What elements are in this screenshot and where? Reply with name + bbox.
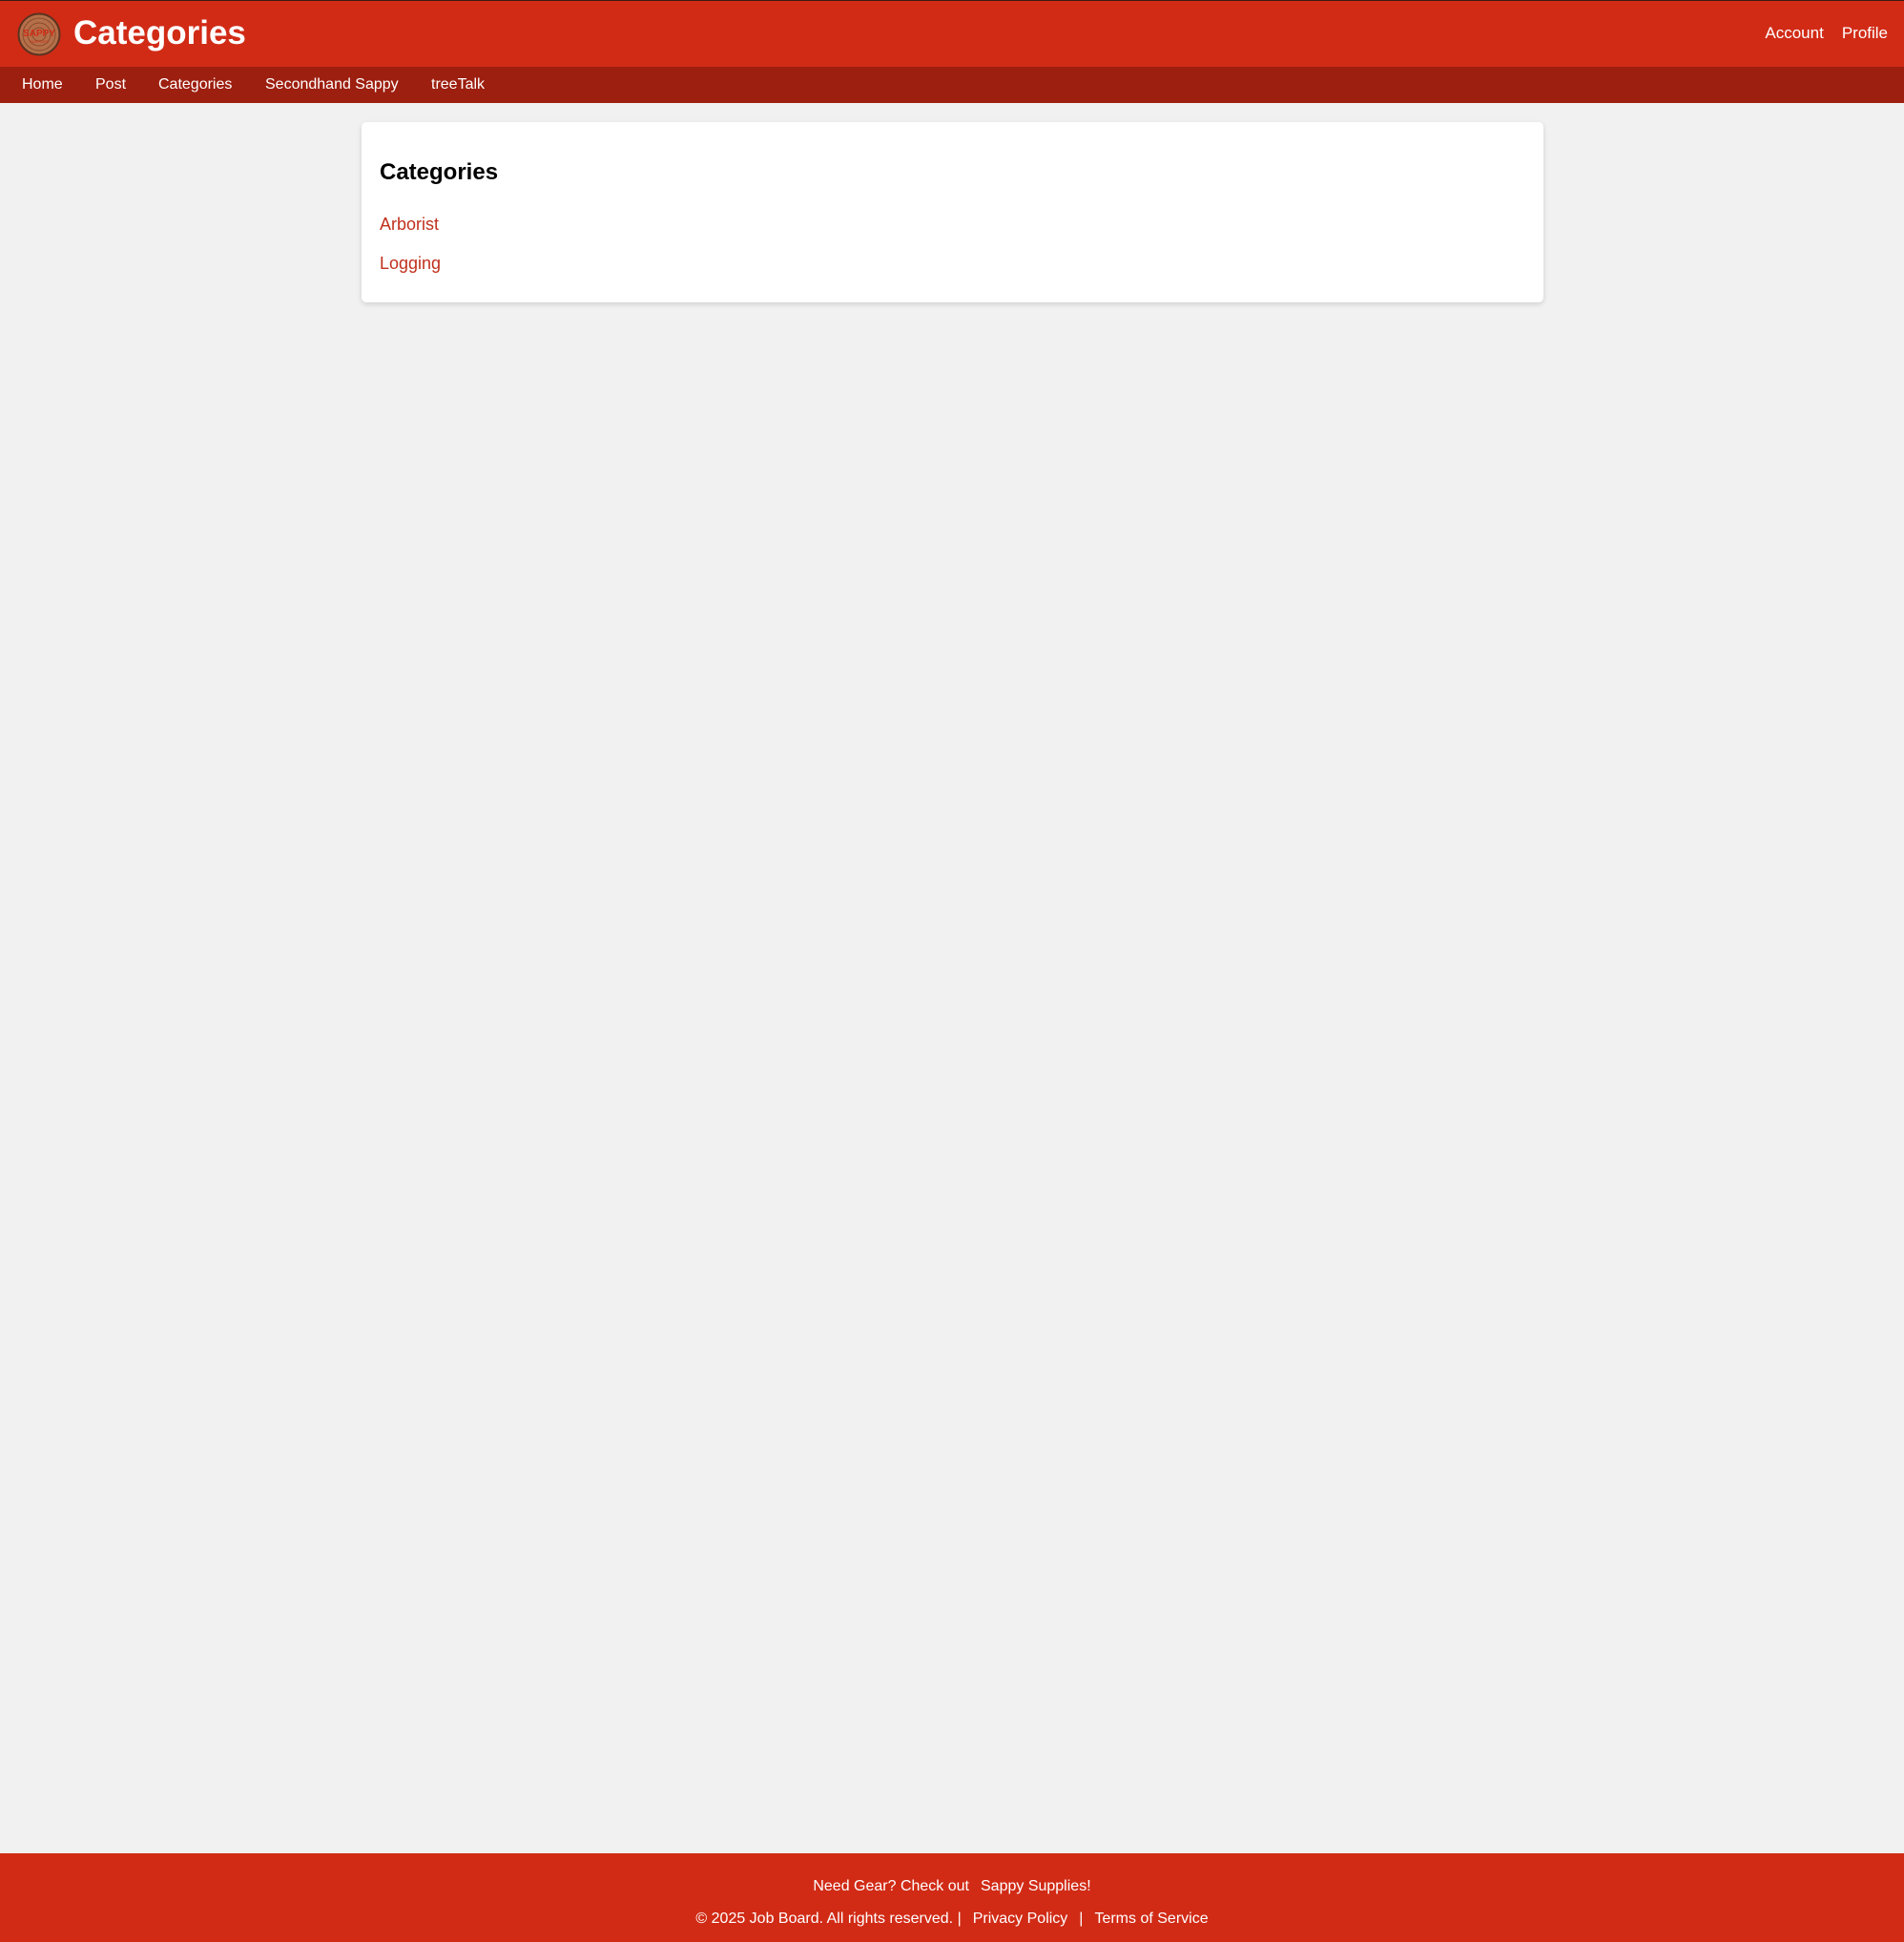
terms-of-service-link[interactable]: Terms of Service: [1094, 1911, 1208, 1927]
nav-treetalk[interactable]: treeTalk: [431, 74, 485, 95]
categories-card: Categories Arborist Logging: [362, 122, 1543, 302]
sappy-logo-icon[interactable]: SAPPY SUPPLIES: [17, 12, 61, 56]
sappy-supplies-link[interactable]: Sappy Supplies!: [981, 1878, 1091, 1894]
footer-separator: |: [1079, 1911, 1084, 1927]
account-links: Account Profile: [1765, 22, 1888, 45]
profile-link[interactable]: Profile: [1842, 22, 1888, 45]
site-header: SAPPY SUPPLIES Categories Account Profil…: [0, 0, 1904, 67]
footer-legal-line: © 2025 Job Board. All rights reserved. |…: [0, 1909, 1904, 1930]
site-footer: Need Gear? Check out Sappy Supplies! © 20…: [0, 1853, 1904, 1942]
account-link[interactable]: Account: [1765, 22, 1823, 45]
nav-post[interactable]: Post: [95, 74, 126, 95]
category-link-arborist[interactable]: Arborist: [380, 213, 439, 236]
category-link-logging[interactable]: Logging: [380, 252, 441, 275]
main-nav: Home Post Categories Secondhand Sappy tr…: [0, 67, 1904, 103]
copyright-text: © 2025 Job Board. All rights reserved. |: [695, 1911, 962, 1927]
footer-gear-line: Need Gear? Check out Sappy Supplies!: [0, 1876, 1904, 1897]
privacy-policy-link[interactable]: Privacy Policy: [973, 1911, 1068, 1927]
categories-heading: Categories: [380, 159, 499, 185]
page-title: Categories: [73, 14, 246, 52]
nav-secondhand-sappy[interactable]: Secondhand Sappy: [265, 74, 399, 95]
svg-text:SAPPY: SAPPY: [23, 29, 55, 39]
footer-gear-text: Need Gear? Check out: [813, 1878, 969, 1894]
svg-text:SUPPLIES: SUPPLIES: [30, 39, 49, 44]
nav-categories[interactable]: Categories: [158, 74, 232, 95]
nav-home[interactable]: Home: [22, 74, 63, 95]
